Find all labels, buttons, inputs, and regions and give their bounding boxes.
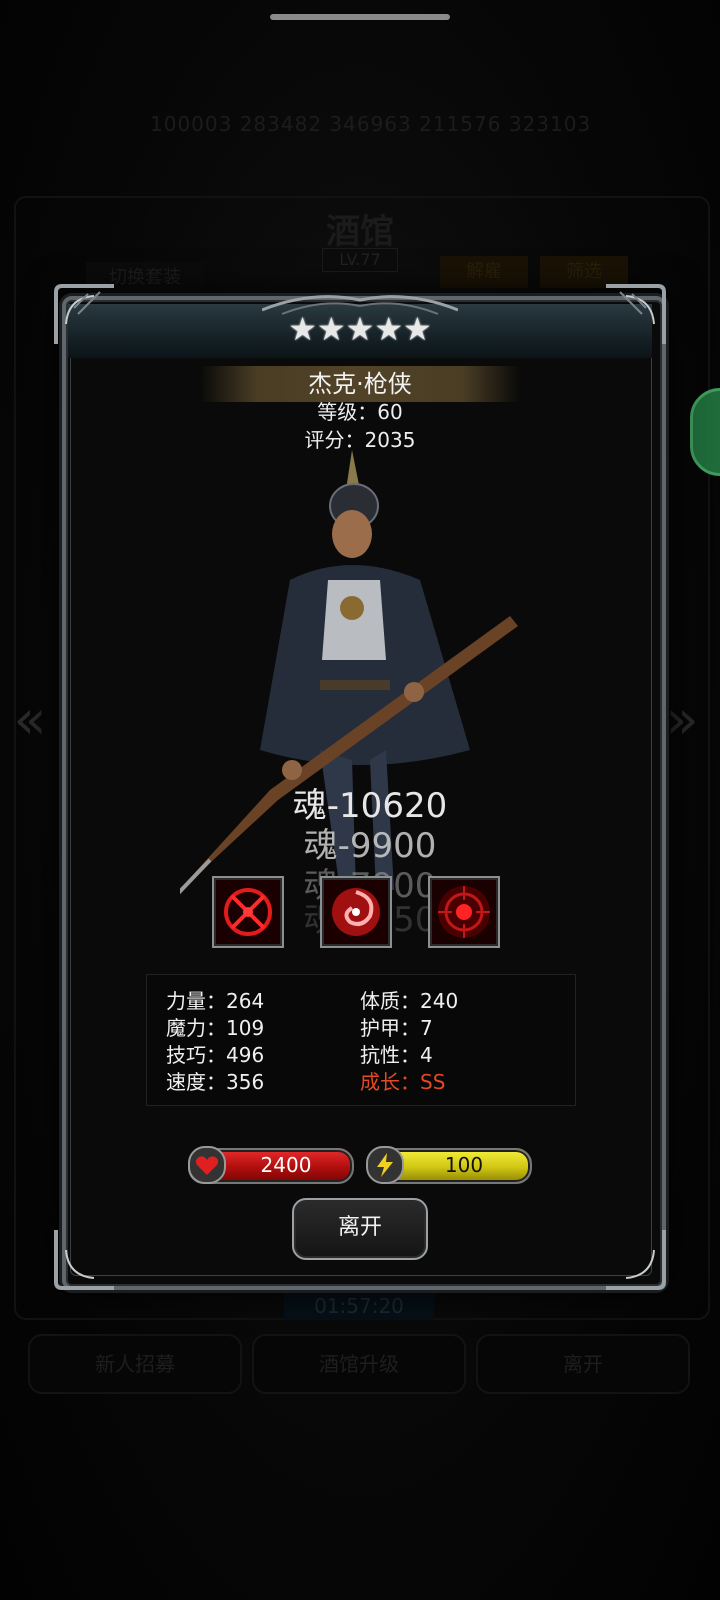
tavern-leave-button[interactable]: 离开 [476,1334,690,1394]
heart-icon [188,1146,226,1184]
target-skill-icon [438,886,490,938]
skill-slot-3[interactable] [428,876,500,948]
soul-gain-text: 魂-10620 [292,786,448,826]
hero-level: 等级：60 [317,400,403,424]
dismiss-button[interactable]: 解雇 [440,256,528,288]
energy-value: 100 [444,1153,484,1177]
ornament-top-right-icon [606,284,666,344]
soul-gain-text: 魂-9900 [303,826,437,866]
home-indicator [270,14,450,20]
hero-name: 杰克·枪侠 [200,366,520,402]
tavern-upgrade-button[interactable]: 酒馆升级 [252,1334,466,1394]
tavern-level: LV.77 [322,248,398,272]
stat-constitution: 体质：240 [360,989,459,1013]
recruit-button[interactable]: 新人招募 [28,1334,242,1394]
stat-strength: 力量：264 [166,989,265,1013]
leave-button[interactable]: 离开 [292,1198,428,1260]
ornament-top-left-icon [54,284,114,344]
skill-slot-1[interactable] [212,876,284,948]
next-arrow-icon[interactable]: » [662,690,702,750]
ornament-bottom-right-icon [606,1230,666,1290]
prev-arrow-icon[interactable]: « [10,690,50,750]
stat-skill: 技巧：496 [166,1043,265,1067]
ornament-bottom-left-icon [54,1230,114,1290]
stat-growth: 成长：SS [360,1070,446,1094]
chat-bubble-icon[interactable] [690,388,720,476]
crosshair-skill-icon [224,888,272,936]
stat-magic: 魔力：109 [166,1016,265,1040]
rarity-stars: ★★★★★ [288,310,432,348]
lightning-icon [366,1146,404,1184]
skill-slot-2[interactable] [320,876,392,948]
stat-speed: 速度：356 [166,1070,265,1094]
refresh-timer: 01:57:20 [284,1292,434,1320]
swirl-skill-icon [332,888,380,936]
stat-armor: 护甲：7 [360,1016,433,1040]
resource-bar: 100003 283482 346963 211576 323103 [150,112,592,136]
stat-resistance: 抗性：4 [360,1043,433,1067]
hp-value: 2400 [260,1153,312,1177]
tavern-title: 酒馆 [326,212,394,252]
